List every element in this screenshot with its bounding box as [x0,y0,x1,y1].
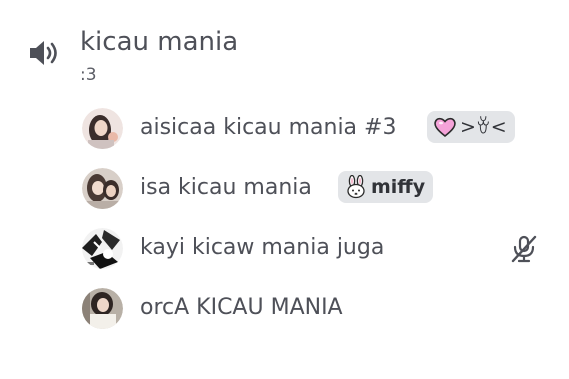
member-tag[interactable]: >ꈊ< [427,111,515,143]
voice-member[interactable]: orcA KICAU MANIA [82,288,542,330]
tag-text: miffy [371,176,426,198]
member-name[interactable]: isa kicau mania [140,174,312,202]
avatar[interactable] [82,108,123,149]
channel-header[interactable]: kicau mania :3 [28,26,548,90]
speaker-icon [30,41,57,65]
tag-text: >ꈊ< [460,116,507,138]
voice-member[interactable]: aisicaa kicau mania #3 >ꈊ< [82,108,542,150]
member-name[interactable]: kayi kicaw mania juga [140,234,384,262]
member-tag[interactable]: miffy [338,171,434,203]
avatar[interactable] [82,228,123,269]
voice-channel: kicau mania :3 aisicaa kicau mania #3 >ꈊ… [0,0,569,379]
member-name[interactable]: aisicaa kicau mania #3 [140,114,396,142]
channel-status: :3 [80,65,97,85]
channel-name[interactable]: kicau mania [80,26,238,58]
voice-member[interactable]: isa kicau mania miffy [82,168,542,210]
microphone-muted-icon [511,235,537,263]
voice-member[interactable]: kayi kicaw mania juga [82,228,542,270]
heart-icon [434,117,456,138]
member-name[interactable]: orcA KICAU MANIA [140,294,343,322]
avatar[interactable] [82,168,123,209]
bunny-icon [347,175,365,199]
avatar[interactable] [82,288,123,329]
